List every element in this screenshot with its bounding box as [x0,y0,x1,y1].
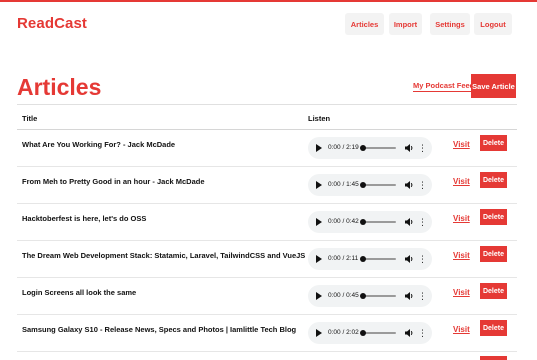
audio-time: 0:00 / 1:45 [328,181,359,188]
visit-link[interactable]: Visit [453,288,470,297]
nav-import[interactable]: Import [389,13,422,35]
audio-progress-slider[interactable] [360,256,396,262]
visit-link[interactable]: Visit [453,325,470,334]
play-icon[interactable] [316,144,322,152]
play-icon[interactable] [316,218,322,226]
audio-progress-slider[interactable] [360,330,396,336]
more-options-icon[interactable]: ⋮ [418,180,427,190]
audio-time: 0:00 / 2:19 [328,144,359,151]
article-title: What Are You Working For? - Jack McDade [22,140,176,149]
table-row: What Are You Working For? - Jack McDade … [17,130,517,167]
audio-progress-slider[interactable] [360,182,396,188]
audio-progress-slider[interactable] [360,145,396,151]
article-title: Hacktoberfest is here, let's do OSS [22,214,147,223]
audio-player[interactable]: 0:00 / 0:42 ⋮ [308,211,432,233]
play-icon[interactable] [316,255,322,263]
nav-articles[interactable]: Articles [345,13,384,35]
progress-knob[interactable] [360,256,366,262]
volume-icon[interactable] [404,328,414,338]
delete-button[interactable]: Delete [480,172,507,188]
table-row: Login Screens all look the same 0:00 / 0… [17,278,517,315]
play-icon[interactable] [316,292,322,300]
delete-button[interactable]: Delete [480,246,507,262]
article-title: Login Screens all look the same [22,288,137,297]
delete-button[interactable]: Delete [480,283,507,299]
visit-link[interactable]: Visit [453,140,470,149]
table-row: From Meh to Pretty Good in an hour - Jac… [17,167,517,204]
play-icon[interactable] [316,329,322,337]
play-icon[interactable] [316,181,322,189]
volume-icon[interactable] [404,291,414,301]
audio-time: 0:00 / 2:11 [328,255,359,262]
audio-time: 0:00 / 0:42 [328,218,359,225]
save-article-button[interactable]: Save Article [471,74,516,98]
delete-button[interactable]: Delete [480,209,507,225]
column-header-listen: Listen [308,114,331,123]
audio-progress-slider[interactable] [360,219,396,225]
audio-player[interactable]: 0:00 / 1:45 ⋮ [308,174,432,196]
volume-icon[interactable] [404,180,414,190]
progress-knob[interactable] [360,293,366,299]
audio-progress-slider[interactable] [360,293,396,299]
table-top-divider [17,104,517,105]
article-title: The Dream Web Development Stack: Statami… [22,251,306,260]
more-options-icon[interactable]: ⋮ [418,328,427,338]
progress-knob[interactable] [360,330,366,336]
progress-knob[interactable] [360,145,366,151]
progress-knob[interactable] [360,219,366,225]
column-header-title: Title [22,114,38,123]
more-options-icon[interactable]: ⋮ [418,143,427,153]
more-options-icon[interactable]: ⋮ [418,254,427,264]
delete-button[interactable]: Delete [480,320,507,336]
article-title: Samsung Galaxy S10 - Release News, Specs… [22,325,297,334]
audio-player[interactable]: 0:00 / 2:11 ⋮ [308,248,432,270]
more-options-icon[interactable]: ⋮ [418,217,427,227]
article-title: From Meh to Pretty Good in an hour - Jac… [22,177,205,186]
more-options-icon[interactable]: ⋮ [418,291,427,301]
audio-player[interactable]: 0:00 / 0:45 ⋮ [308,285,432,307]
visit-link[interactable]: Visit [453,177,470,186]
audio-player[interactable]: 0:00 / 2:02 ⋮ [308,322,432,344]
podcast-feed-link[interactable]: My Podcast Feed [413,81,475,92]
visit-link[interactable]: Visit [453,251,470,260]
table-row: The Dream Web Development Stack: Statami… [17,241,517,278]
visit-link[interactable]: Visit [453,214,470,223]
volume-icon[interactable] [404,143,414,153]
delete-button-partial[interactable] [480,356,507,360]
progress-knob[interactable] [360,182,366,188]
volume-icon[interactable] [404,217,414,227]
audio-time: 0:00 / 2:02 [328,329,359,336]
volume-icon[interactable] [404,254,414,264]
delete-button[interactable]: Delete [480,135,507,151]
table-row: Samsung Galaxy S10 - Release News, Specs… [17,315,517,352]
audio-time: 0:00 / 0:45 [328,292,359,299]
page-title: Articles [17,74,102,100]
table-row: Hacktoberfest is here, let's do OSS 0:00… [17,204,517,241]
top-accent-line [0,0,537,2]
audio-player[interactable]: 0:00 / 2:19 ⋮ [308,137,432,159]
nav-logout[interactable]: Logout [474,13,512,35]
nav-settings[interactable]: Settings [430,13,470,35]
brand-logo[interactable]: ReadCast [17,15,87,32]
